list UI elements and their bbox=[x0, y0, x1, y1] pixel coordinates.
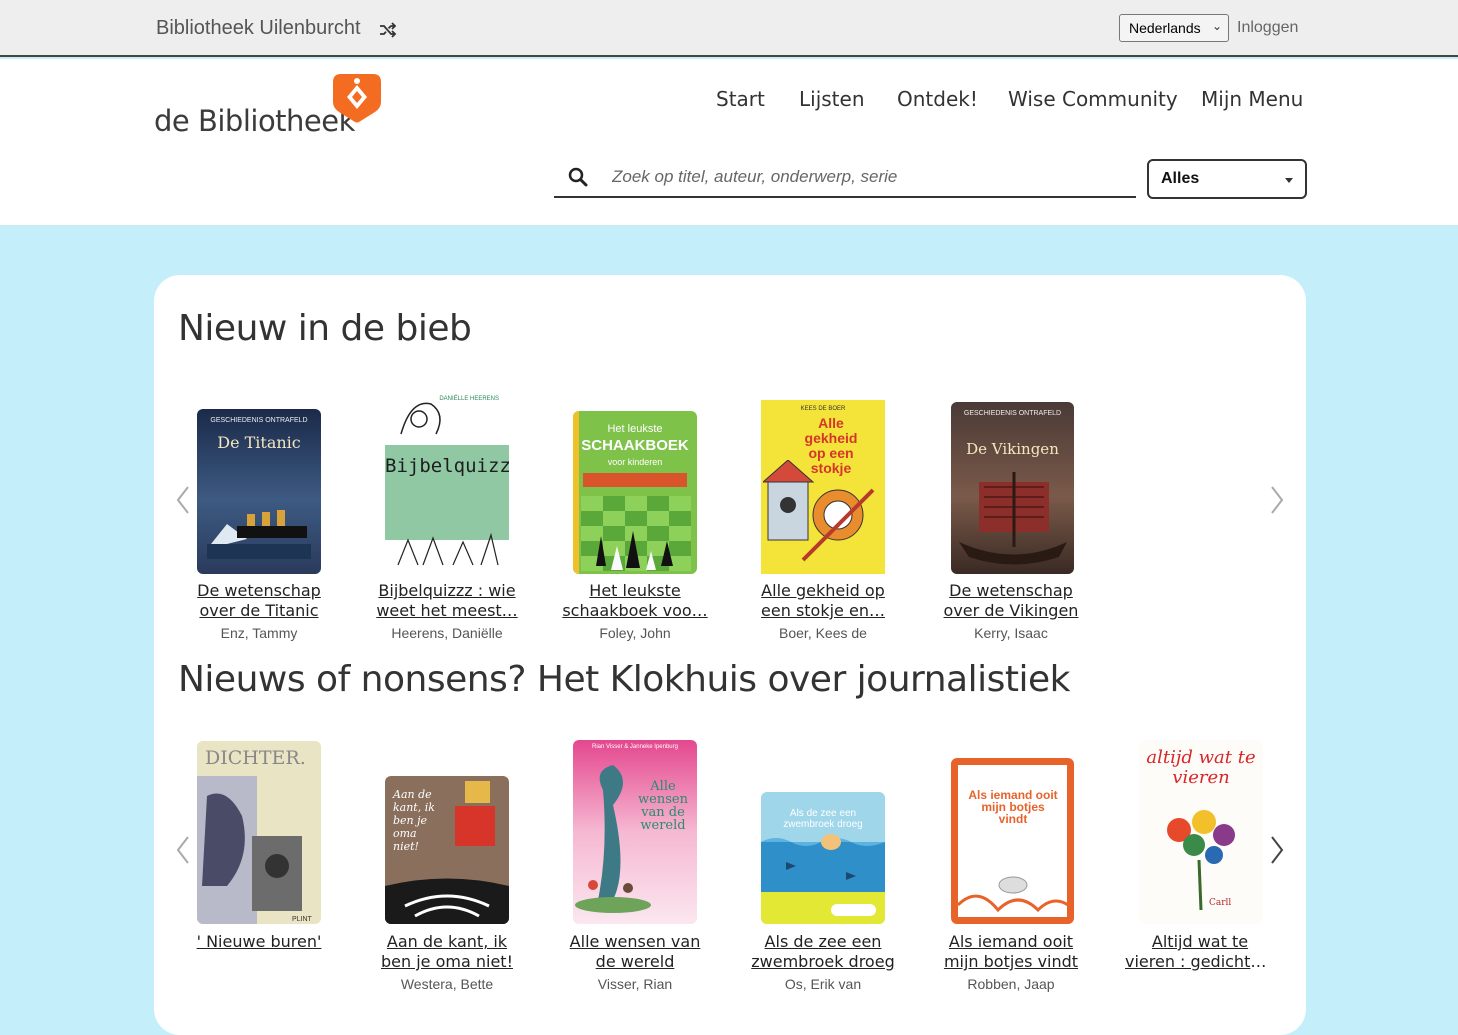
book-author: Enz, Tammy bbox=[220, 625, 298, 641]
search-bar bbox=[554, 158, 1136, 198]
logo-text[interactable]: de Bibliotheek bbox=[154, 104, 355, 138]
nav-mijn-menu[interactable]: Mijn Menu bbox=[1201, 87, 1303, 111]
book-title[interactable]: ' Nieuwe buren' bbox=[174, 932, 344, 952]
book-item[interactable]: Rian Visser & Janneke Ipenburg Alle wens… bbox=[550, 740, 720, 992]
book-item[interactable]: Als iemand ooit mijn botjes vindt Als ie… bbox=[926, 740, 1096, 992]
language-value: Nederlands bbox=[1129, 20, 1201, 36]
book-cover[interactable]: DICHTER. PLINT bbox=[197, 741, 321, 924]
book-cover[interactable]: Rian Visser & Janneke Ipenburg Alle wens… bbox=[573, 740, 697, 924]
book-title[interactable]: Het leukste schaakboek voo… bbox=[550, 581, 720, 621]
book-title[interactable]: Als de zee een zwembroek droeg bbox=[738, 932, 908, 972]
book-item[interactable]: GESCHIEDENIS ONTRAFELD De Titanic De wet… bbox=[174, 400, 344, 641]
book-title[interactable]: De wetenschap over de Titanic bbox=[174, 581, 344, 621]
language-select[interactable]: Nederlands ⌄ bbox=[1119, 14, 1229, 42]
search-input[interactable] bbox=[612, 164, 1112, 190]
book-title[interactable]: Aan de kant, ik ben je oma niet! bbox=[362, 932, 532, 972]
nav-lijsten[interactable]: Lijsten bbox=[799, 87, 865, 111]
book-title[interactable]: Altijd wat te vieren : gedichte… bbox=[1115, 932, 1285, 972]
book-author: Robben, Jaap bbox=[967, 976, 1055, 992]
book-item[interactable]: Aan de kant, ik ben je oma niet! Aan de … bbox=[362, 740, 532, 992]
book-author: Westera, Bette bbox=[400, 976, 494, 992]
book-author: Visser, Rian bbox=[597, 976, 673, 992]
book-item[interactable]: DANIËLLE HEERENS Bijbelquizzz Bijbelquiz… bbox=[362, 390, 532, 641]
book-title[interactable]: Als iemand ooit mijn botjes vindt bbox=[926, 932, 1096, 972]
content-card: Nieuw in de bieb GESCHIEDENIS ONTRAFELD … bbox=[154, 275, 1306, 1035]
book-item[interactable]: Als de zee een zwembroek droeg Als de ze… bbox=[738, 740, 908, 992]
shuffle-icon[interactable] bbox=[378, 20, 398, 40]
book-title[interactable]: Alle wensen van de wereld bbox=[550, 932, 720, 972]
book-author: Os, Erik van bbox=[784, 976, 862, 992]
bibliotheek-logo-icon[interactable] bbox=[331, 72, 383, 124]
login-link[interactable]: Inloggen bbox=[1237, 19, 1298, 37]
library-name[interactable]: Bibliotheek Uilenburcht bbox=[156, 17, 361, 40]
book-cover[interactable]: GESCHIEDENIS ONTRAFELD De Titanic bbox=[197, 409, 321, 574]
top-bar: Bibliotheek Uilenburcht Nederlands ⌄ Inl… bbox=[0, 0, 1458, 57]
section-title-klokhuis: Nieuws of nonsens? Het Klokhuis over jou… bbox=[178, 659, 1070, 700]
book-author: Boer, Kees de bbox=[779, 625, 867, 641]
nav-ontdek[interactable]: Ontdek! bbox=[897, 87, 978, 111]
book-item[interactable]: DICHTER. PLINT ' Nieuwe buren' bbox=[174, 740, 344, 990]
book-title[interactable]: De wetenschap over de Vikingen bbox=[926, 581, 1096, 621]
book-cover[interactable]: DANIËLLE HEERENS Bijbelquizzz bbox=[385, 390, 509, 573]
nav-wise-community[interactable]: Wise Community bbox=[1008, 87, 1178, 111]
book-item[interactable]: KEES DE BOER Alle gekheid op een stokje … bbox=[738, 400, 908, 641]
search-scope-value: Alles bbox=[1161, 170, 1200, 187]
book-item[interactable]: Het leukste SCHAAKBOEK voor kinderen Het… bbox=[550, 400, 720, 641]
header: de Bibliotheek Start Lijsten Ontdek! Wis… bbox=[0, 59, 1458, 226]
svg-text:PLINT: PLINT bbox=[292, 916, 313, 923]
svg-text:Carll: Carll bbox=[1209, 898, 1231, 908]
book-item[interactable]: altijd wat te vieren Carll Altijd wat te… bbox=[1115, 740, 1285, 990]
book-author: Foley, John bbox=[599, 625, 671, 641]
book-author: Heerens, Daniëlle bbox=[391, 625, 503, 641]
search-icon[interactable] bbox=[568, 167, 588, 187]
book-author: Kerry, Isaac bbox=[974, 625, 1048, 641]
chevron-down-icon: ⌄ bbox=[1211, 19, 1222, 33]
book-cover[interactable]: Als de zee een zwembroek droeg bbox=[761, 792, 885, 924]
book-title[interactable]: Bijbelquizzz : wie weet het meest… bbox=[362, 581, 532, 621]
search-scope-select[interactable]: Alles bbox=[1147, 159, 1307, 199]
nav-start[interactable]: Start bbox=[716, 87, 765, 111]
section-title-nieuw: Nieuw in de bieb bbox=[178, 308, 472, 349]
caret-down-icon bbox=[1285, 178, 1293, 183]
book-item[interactable]: GESCHIEDENIS ONTRAFELD De Vikingen De we… bbox=[926, 400, 1096, 641]
book-cover[interactable]: GESCHIEDENIS ONTRAFELD De Vikingen bbox=[951, 402, 1074, 574]
book-cover[interactable]: altijd wat te vieren Carll bbox=[1139, 740, 1263, 924]
book-cover[interactable]: Als iemand ooit mijn botjes vindt bbox=[951, 758, 1074, 924]
book-title[interactable]: Alle gekheid op een stokje en… bbox=[738, 581, 908, 621]
book-cover[interactable]: KEES DE BOER Alle gekheid op een stokje bbox=[761, 400, 885, 574]
book-cover[interactable]: Het leukste SCHAAKBOEK voor kinderen bbox=[573, 411, 697, 574]
carousel-next-arrow-icon[interactable] bbox=[1266, 483, 1288, 517]
book-cover[interactable]: Aan de kant, ik ben je oma niet! bbox=[385, 776, 509, 924]
